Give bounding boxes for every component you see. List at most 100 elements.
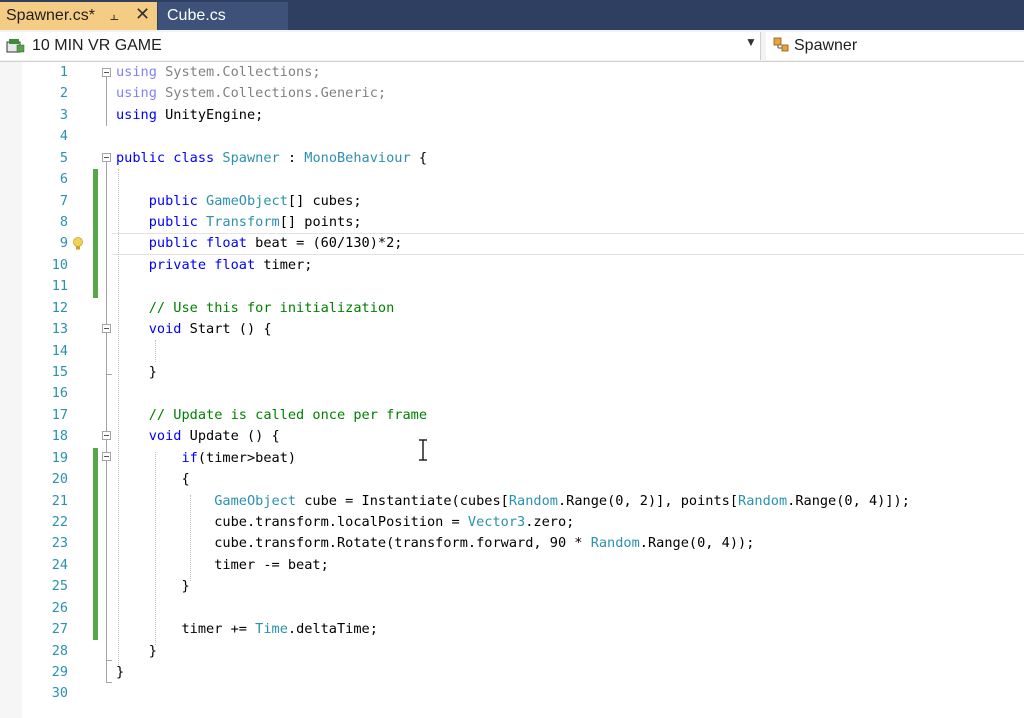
code-text[interactable]: using System.Collections.Generic;: [116, 83, 386, 104]
code-line[interactable]: 21 GameObject cube = Instantiate(cubes[R…: [0, 491, 1024, 512]
code-line[interactable]: 16: [0, 383, 1024, 404]
token: {: [410, 149, 428, 166]
token: timer +=: [116, 621, 256, 638]
code-line[interactable]: 11: [0, 276, 1024, 297]
token: if: [181, 449, 198, 466]
token: class: [173, 149, 215, 166]
csharp-project-icon: [6, 39, 25, 53]
code-line[interactable]: 23 cube.transform.Rotate(transform.forwa…: [0, 533, 1024, 554]
code-text[interactable]: {: [116, 469, 189, 490]
tab-cube-cs[interactable]: Cube.cs: [158, 2, 288, 30]
code-text[interactable]: cube.transform.localPosition = Vector3.z…: [116, 512, 574, 533]
code-text[interactable]: if(timer>beat): [116, 448, 296, 469]
comment[interactable]: // Use this for initialization: [116, 298, 395, 319]
code-text[interactable]: GameObject cube = Instantiate(cubes[Rand…: [116, 491, 910, 512]
code-line[interactable]: 10 private float timer;: [0, 255, 1024, 276]
code-text[interactable]: public GameObject[] cubes;: [116, 191, 362, 212]
code-text[interactable]: public float beat = (60/130)*2;: [116, 233, 403, 254]
code-editor[interactable]: 1 using System.Collections; 2 using Syst…: [0, 62, 1024, 718]
code-text[interactable]: }: [116, 362, 157, 383]
token: System.Collections.Generic;: [156, 85, 387, 102]
code-text[interactable]: public Transform[] points;: [116, 212, 362, 233]
code-line[interactable]: 5 public class Spawner : MonoBehaviour {: [0, 148, 1024, 169]
tab-spawner-cs[interactable]: Spawner.cs* ⫠ ✕: [0, 2, 157, 30]
code-line[interactable]: 4: [0, 126, 1024, 147]
chevron-down-icon[interactable]: ▼: [745, 35, 757, 49]
code-line[interactable]: 29 }: [0, 662, 1024, 683]
code-line[interactable]: 22 cube.transform.localPosition = Vector…: [0, 512, 1024, 533]
comment[interactable]: // Update is called once per frame: [116, 405, 427, 426]
code-line[interactable]: 26: [0, 598, 1024, 619]
line-number: 17: [51, 406, 68, 423]
code-text[interactable]: }: [116, 641, 157, 662]
code-line[interactable]: 3 using UnityEngine;: [0, 105, 1024, 126]
code-text[interactable]: using UnityEngine;: [116, 105, 263, 126]
line-number: 25: [51, 578, 68, 595]
code-text[interactable]: }: [116, 662, 124, 683]
code-line[interactable]: 25 }: [0, 576, 1024, 597]
token: float: [214, 256, 256, 273]
code-line[interactable]: 18 void Update () {: [0, 426, 1024, 447]
line-number: 29: [51, 664, 68, 681]
code-line[interactable]: 8 public Transform[] points;: [0, 212, 1024, 233]
line-number: 30: [51, 685, 68, 702]
token: timer;: [255, 256, 313, 273]
code-line[interactable]: 30: [0, 683, 1024, 704]
line-number: 12: [51, 299, 68, 316]
token: Update () {: [181, 428, 280, 445]
line-number: 18: [51, 428, 68, 445]
line-number: 20: [51, 471, 68, 488]
close-icon[interactable]: ✕: [135, 4, 150, 25]
code-line[interactable]: 20 {: [0, 469, 1024, 490]
code-line[interactable]: 6: [0, 169, 1024, 190]
line-number: 15: [51, 364, 68, 381]
code-text[interactable]: cube.transform.Rotate(transform.forward,…: [116, 533, 754, 554]
project-dropdown[interactable]: 10 MIN VR GAME ▼: [0, 32, 761, 60]
token: UnityEngine;: [156, 106, 264, 123]
line-number: 21: [51, 492, 68, 509]
line-number: 6: [59, 171, 68, 188]
line-number: 23: [51, 535, 68, 552]
code-line[interactable]: 28 }: [0, 641, 1024, 662]
code-text[interactable]: using System.Collections;: [116, 62, 321, 83]
line-number: 7: [59, 192, 68, 209]
code-line[interactable]: 14: [0, 341, 1024, 362]
code-line[interactable]: 17 // Update is called once per frame: [0, 405, 1024, 426]
token: GameObject: [214, 492, 297, 509]
code-text[interactable]: void Update () {: [116, 426, 280, 447]
line-number: 27: [51, 621, 68, 638]
code-line[interactable]: 24 timer -= beat;: [0, 555, 1024, 576]
code-line[interactable]: 1 using System.Collections;: [0, 62, 1024, 83]
line-number: 11: [51, 278, 68, 295]
code-text[interactable]: timer += Time.deltaTime;: [116, 619, 377, 640]
token: (timer>beat): [197, 449, 297, 466]
token: .zero;: [525, 514, 575, 531]
token: cube.transform.localPosition =: [116, 514, 468, 531]
text-cursor-icon: [419, 439, 427, 461]
line-number: 24: [51, 556, 68, 573]
code-text[interactable]: }: [116, 576, 189, 597]
code-text[interactable]: public class Spawner : MonoBehaviour {: [116, 148, 427, 169]
code-line[interactable]: 2 using System.Collections.Generic;: [0, 83, 1024, 104]
code-line[interactable]: 27 timer += Time.deltaTime;: [0, 619, 1024, 640]
code-line[interactable]: 13 void Start () {: [0, 319, 1024, 340]
code-line[interactable]: 7 public GameObject[] cubes;: [0, 191, 1024, 212]
code-text[interactable]: void Start () {: [116, 319, 272, 340]
code-text[interactable]: private float timer;: [116, 255, 313, 276]
line-number: 19: [51, 449, 68, 466]
token: System.Collections;: [156, 64, 321, 80]
code-line[interactable]: 15 }: [0, 362, 1024, 383]
token: .Range(0, 2)], points[: [557, 492, 739, 509]
class-dropdown[interactable]: Spawner: [766, 32, 1024, 60]
code-line[interactable]: 9 public float beat = (60/130)*2;: [0, 233, 1024, 254]
code-text[interactable]: timer -= beat;: [116, 555, 329, 576]
pin-icon[interactable]: ⫠: [110, 7, 118, 24]
code-line[interactable]: 19 if(timer>beat): [0, 448, 1024, 469]
line-number: 28: [51, 642, 68, 659]
code-line[interactable]: 12 // Use this for initialization: [0, 298, 1024, 319]
